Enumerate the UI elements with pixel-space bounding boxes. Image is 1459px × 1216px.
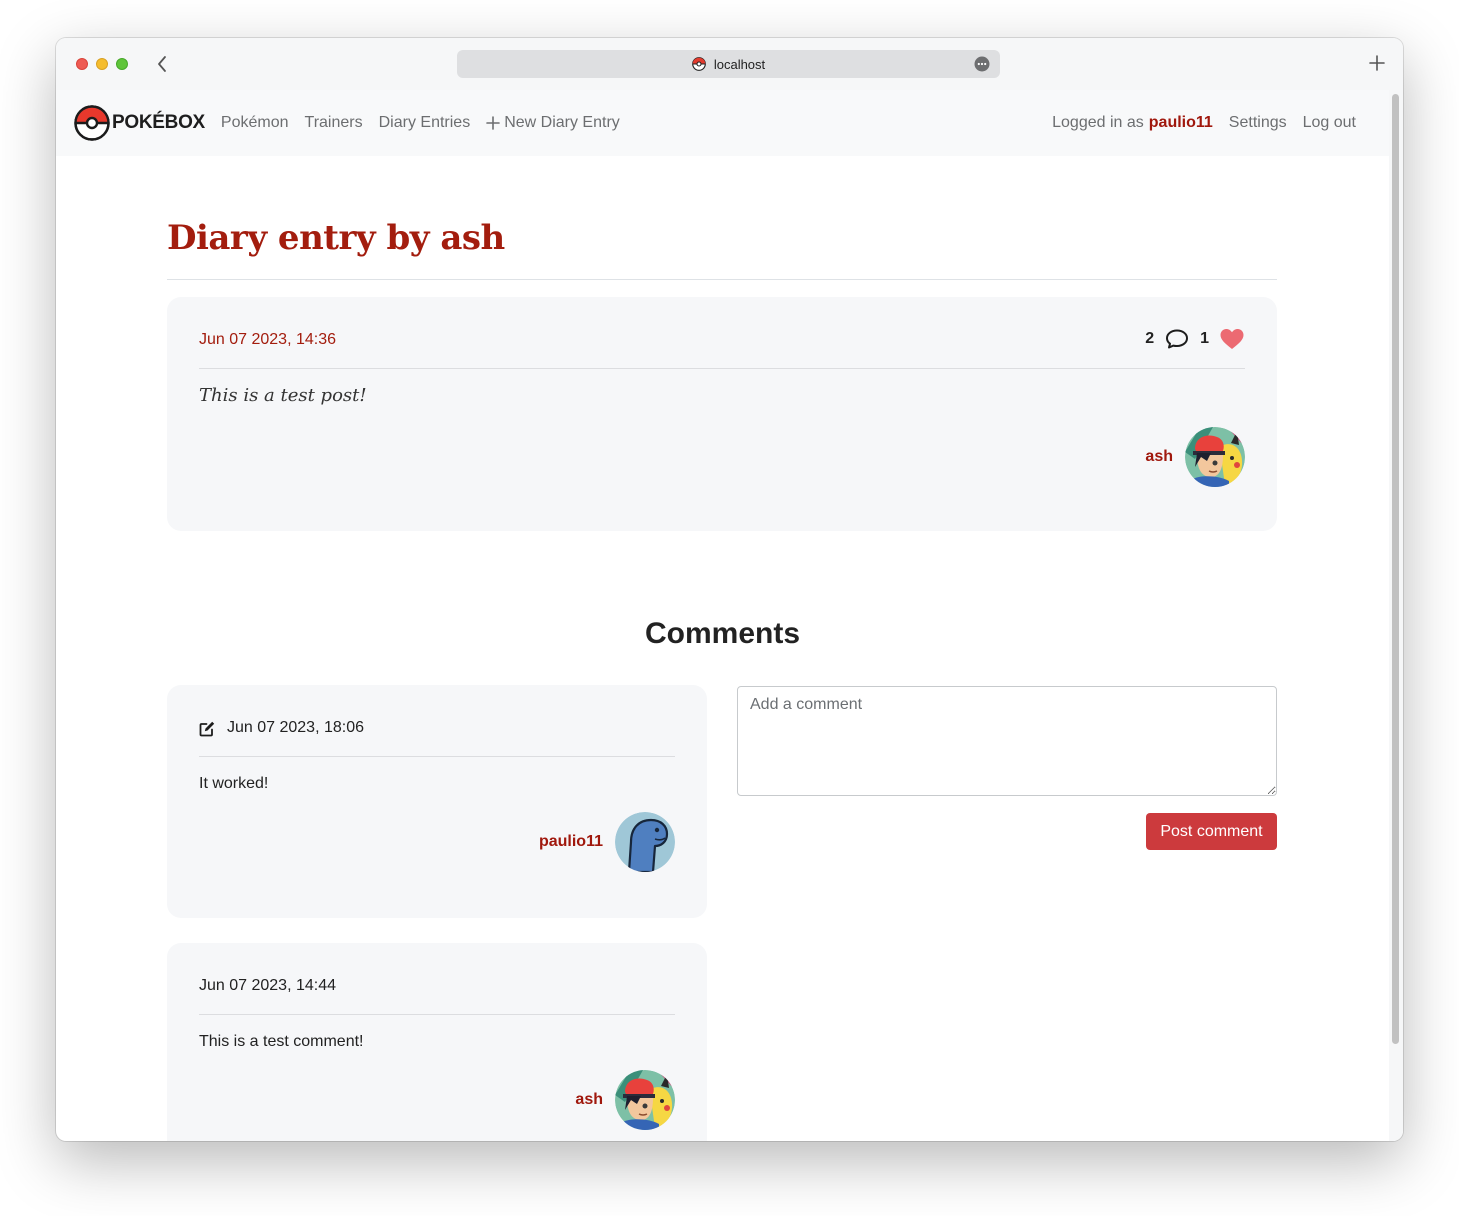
- more-options-icon[interactable]: [974, 56, 990, 72]
- author-name[interactable]: ash: [575, 1091, 603, 1109]
- like-count: 1: [1200, 330, 1209, 347]
- address-bar[interactable]: localhost: [457, 50, 1000, 78]
- comment-card: Jun 07 2023, 14:44 This is a test commen…: [167, 943, 707, 1141]
- comment-date: Jun 07 2023, 18:06: [227, 719, 365, 736]
- nav-trainers-link[interactable]: Trainers: [305, 114, 363, 132]
- author-name[interactable]: paulio11: [539, 833, 603, 851]
- comment-textarea[interactable]: [737, 686, 1277, 796]
- comment-header: Jun 07 2023, 14:44: [199, 977, 336, 995]
- close-window-button[interactable]: [76, 58, 88, 70]
- comment-body: It worked!: [199, 775, 269, 792]
- comment-header: Jun 07 2023, 18:06: [199, 719, 364, 737]
- pokeball-logo-icon: [74, 105, 110, 141]
- scrollbar-thumb[interactable]: [1392, 94, 1399, 1044]
- title-divider: [167, 279, 1277, 280]
- new-tab-plus-icon[interactable]: [1369, 53, 1385, 73]
- entry-body: This is a test post!: [199, 385, 367, 406]
- avatar[interactable]: [615, 812, 675, 872]
- entry-stats: 2 1: [1145, 327, 1245, 351]
- pokeball-favicon-icon: [691, 57, 706, 71]
- logged-in-status: Logged in as paulio11: [1052, 114, 1213, 132]
- logged-in-username[interactable]: paulio11: [1149, 114, 1213, 132]
- entry-author[interactable]: ash: [1145, 427, 1245, 487]
- settings-link[interactable]: Settings: [1229, 114, 1287, 132]
- comment-count: 2: [1145, 330, 1155, 347]
- diary-entry-card: Jun 07 2023, 14:36 2 1 This is a test po…: [167, 297, 1277, 531]
- back-arrow-icon[interactable]: [154, 53, 170, 75]
- avatar[interactable]: [1185, 427, 1245, 487]
- navbar: POKÉBOX Pokémon Trainers Diary Entries N…: [56, 90, 1389, 156]
- logged-in-prefix: Logged in as: [1052, 114, 1144, 131]
- nav-diary-entries-link[interactable]: Diary Entries: [379, 114, 471, 132]
- heart-icon[interactable]: [1219, 327, 1245, 351]
- comment-date: Jun 07 2023, 14:44: [199, 977, 337, 994]
- nav-pokemon-link[interactable]: Pokémon: [221, 114, 289, 132]
- browser-titlebar: localhost: [56, 38, 1403, 90]
- browser-window: localhost POKÉBOX Pokémon Trainers Diary…: [56, 38, 1403, 1141]
- plus-icon: [486, 116, 500, 130]
- logout-link[interactable]: Log out: [1303, 114, 1356, 132]
- brand-name: POKÉBOX: [112, 112, 205, 133]
- comment-divider: [199, 756, 675, 757]
- nav-user-area: Logged in as paulio11 Settings Log out: [1052, 90, 1356, 156]
- url-text: localhost: [713, 56, 766, 72]
- post-comment-button[interactable]: Post comment: [1146, 813, 1277, 850]
- entry-divider: [199, 368, 1245, 369]
- brand-link[interactable]: POKÉBOX: [74, 105, 205, 141]
- minimize-window-button[interactable]: [96, 58, 108, 70]
- edit-icon[interactable]: [199, 720, 216, 737]
- comment-author[interactable]: ash: [575, 1070, 675, 1130]
- comment-author[interactable]: paulio11: [539, 812, 675, 872]
- page-title: Diary entry by ash: [167, 218, 505, 258]
- author-name[interactable]: ash: [1145, 448, 1173, 466]
- comment-body: This is a test comment!: [199, 1033, 364, 1050]
- comment-card: Jun 07 2023, 18:06 It worked! paulio11: [167, 685, 707, 918]
- comment-divider: [199, 1014, 675, 1015]
- page-content: POKÉBOX Pokémon Trainers Diary Entries N…: [56, 90, 1389, 1141]
- comment-bubble-icon[interactable]: [1164, 327, 1190, 351]
- entry-date: Jun 07 2023, 14:36: [199, 331, 337, 348]
- avatar[interactable]: [615, 1070, 675, 1130]
- nav-new-diary-entry-label: New Diary Entry: [504, 114, 620, 131]
- maximize-window-button[interactable]: [116, 58, 128, 70]
- comments-heading: Comments: [644, 617, 801, 650]
- nav-new-diary-entry-link[interactable]: New Diary Entry: [486, 114, 620, 132]
